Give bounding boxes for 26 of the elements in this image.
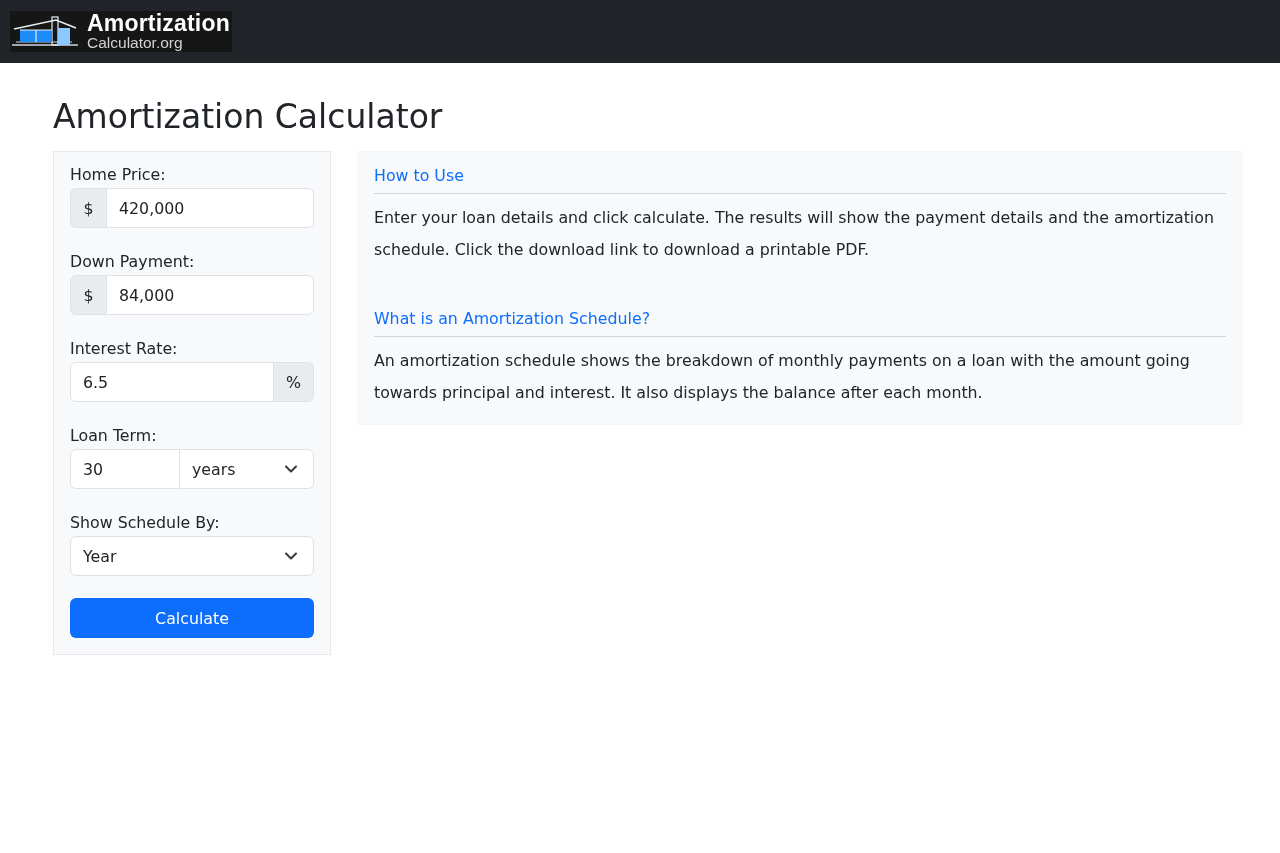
field-label: Interest Rate:: [70, 338, 178, 360]
input-field[interactable]: 6.5: [70, 362, 274, 402]
dropdown[interactable]: years: [179, 449, 314, 489]
chevron-down-icon: [285, 465, 297, 473]
input-field[interactable]: 30: [70, 449, 180, 489]
chevron-down-icon: [285, 552, 297, 560]
suffix-addon: %: [273, 362, 314, 402]
prefix-addon: $: [70, 188, 107, 228]
field-label: Loan Term:: [70, 425, 157, 447]
prefix-addon: $: [70, 275, 107, 315]
house-icon: [12, 15, 78, 48]
field-label: Home Price:: [70, 164, 166, 186]
page-title: Amortization Calculator: [53, 96, 443, 138]
section-heading: What is an Amortization Schedule?: [374, 308, 651, 330]
section-text: Enter your loan details and click calculate. The results will show the payment details and the amortization schedule. Click the download link to download a printable PDF.: [374, 207, 1215, 261]
section-text: An amortization schedule shows the breakdown of monthly payments on a loan with the amount going towards principal and interest. It also displays the balance after each month.: [374, 350, 1191, 404]
input-field[interactable]: 84,000: [106, 275, 314, 315]
dropdown[interactable]: Year: [70, 536, 314, 576]
logo-link[interactable]: Amortization Calculator.org: [10, 11, 232, 52]
input-field[interactable]: 420,000: [106, 188, 314, 228]
field-label: Show Schedule By:: [70, 512, 220, 534]
field-label: Down Payment:: [70, 251, 195, 273]
calculate-button[interactable]: Calculate: [70, 598, 314, 638]
logo-subtitle: Calculator.org: [87, 34, 184, 51]
section-heading: How to Use: [374, 165, 464, 187]
logo-title: Amortization: [87, 12, 230, 34]
